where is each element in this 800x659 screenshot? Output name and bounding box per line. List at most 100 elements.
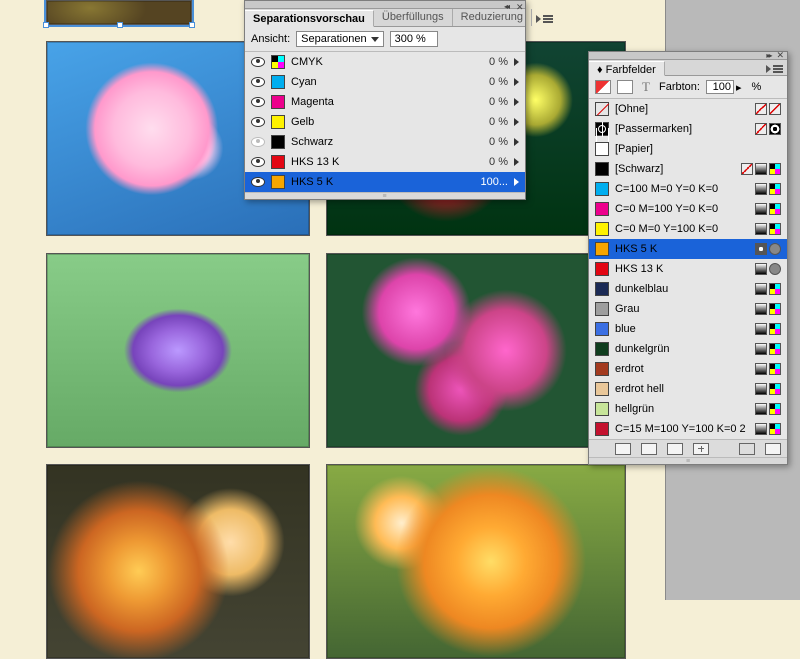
tab-flatten[interactable]: Reduzierung bbox=[453, 9, 532, 26]
placed-image[interactable] bbox=[326, 464, 626, 659]
swatch-row[interactable]: HKS 5 K bbox=[589, 239, 787, 259]
panel-tabs: ♦ Farbfelder bbox=[589, 60, 787, 76]
chevron-right-icon[interactable] bbox=[514, 78, 519, 86]
delete-swatch-button[interactable] bbox=[739, 443, 755, 455]
panel-titlebar[interactable]: ▸▸ ✕ bbox=[589, 52, 787, 60]
panel-menu-icon[interactable] bbox=[532, 9, 557, 26]
minimize-icon[interactable]: ◂◂ bbox=[504, 2, 510, 8]
swatches-panel[interactable]: ▸▸ ✕ ♦ Farbfelder T Farbton: ▸ % [Ohne][… bbox=[588, 51, 788, 465]
placed-image[interactable] bbox=[46, 0, 192, 25]
view-dropdown[interactable]: Separationen bbox=[296, 31, 383, 47]
swatch-row[interactable]: Grau bbox=[589, 299, 787, 319]
separation-row[interactable]: HKS 13 K0 % bbox=[245, 152, 525, 172]
panel-titlebar[interactable]: ◂◂ ✕ bbox=[245, 1, 525, 9]
ink-name: Cyan bbox=[291, 76, 466, 88]
swatch-row[interactable]: [Schwarz] bbox=[589, 159, 787, 179]
swatch-badge-icon bbox=[769, 223, 781, 235]
show-small-icon[interactable] bbox=[641, 443, 657, 455]
swatch-row[interactable]: hellgrün bbox=[589, 399, 787, 419]
panel-menu-icon[interactable] bbox=[762, 60, 787, 75]
separations-preview-panel[interactable]: ◂◂ ✕ Separationsvorschau Überfüllungs Re… bbox=[244, 0, 526, 200]
visibility-eye-icon[interactable] bbox=[251, 77, 265, 87]
tint-input[interactable] bbox=[706, 80, 734, 94]
swatch-row[interactable]: C=15 M=100 Y=100 K=0 2 bbox=[589, 419, 787, 439]
color-swatch-icon bbox=[595, 402, 609, 416]
swatch-badge-icon bbox=[755, 383, 767, 395]
visibility-eye-icon[interactable] bbox=[251, 57, 265, 67]
zoom-field[interactable]: 300 % bbox=[390, 31, 438, 47]
swatch-row[interactable]: erdrot bbox=[589, 359, 787, 379]
swatch-badge-icon bbox=[755, 423, 767, 435]
swatch-badge-icon bbox=[769, 323, 781, 335]
swatch-name: [Papier] bbox=[615, 143, 775, 155]
swatch-badge-icon bbox=[755, 343, 767, 355]
chevron-right-icon[interactable] bbox=[514, 158, 519, 166]
visibility-eye-icon[interactable] bbox=[251, 117, 265, 127]
fill-proxy-icon[interactable] bbox=[595, 80, 611, 94]
ink-percentage: 0 % bbox=[472, 76, 508, 88]
separation-row[interactable]: HKS 5 K100... bbox=[245, 172, 525, 192]
swatch-row[interactable]: C=100 M=0 Y=0 K=0 bbox=[589, 179, 787, 199]
separation-row[interactable]: Gelb0 % bbox=[245, 112, 525, 132]
collapse-icon[interactable]: ▸▸ bbox=[766, 51, 770, 60]
color-swatch-icon bbox=[595, 342, 609, 356]
new-swatch-button[interactable] bbox=[693, 443, 709, 455]
visibility-eye-icon[interactable] bbox=[251, 157, 265, 167]
ink-name: HKS 5 K bbox=[291, 176, 466, 188]
color-swatch-icon bbox=[595, 302, 609, 316]
swatch-row[interactable]: dunkelblau bbox=[589, 279, 787, 299]
color-swatch-icon bbox=[595, 322, 609, 336]
placed-image[interactable] bbox=[326, 253, 626, 448]
swatch-row[interactable]: dunkelgrün bbox=[589, 339, 787, 359]
swatch-badge-icon bbox=[755, 263, 767, 275]
swatch-name: C=0 M=0 Y=100 K=0 bbox=[615, 223, 749, 235]
chevron-right-icon[interactable] bbox=[514, 98, 519, 106]
text-proxy-icon[interactable]: T bbox=[639, 79, 653, 95]
chevron-right-icon[interactable] bbox=[514, 118, 519, 126]
ink-percentage: 0 % bbox=[472, 116, 508, 128]
color-swatch-icon bbox=[595, 142, 609, 156]
ink-swatch-icon bbox=[271, 155, 285, 169]
tint-stepper-icon[interactable]: ▸ bbox=[736, 81, 742, 94]
color-swatch-icon bbox=[595, 382, 609, 396]
swatch-name: [Schwarz] bbox=[615, 163, 735, 175]
swatch-badge-icon bbox=[769, 123, 781, 135]
separation-row[interactable]: Cyan 0 % bbox=[245, 72, 525, 92]
stroke-proxy-icon[interactable] bbox=[617, 80, 633, 94]
chevron-right-icon[interactable] bbox=[514, 58, 519, 66]
swatch-name: hellgrün bbox=[615, 403, 749, 415]
show-list-icon[interactable] bbox=[615, 443, 631, 455]
separation-row[interactable]: Schwarz0 % bbox=[245, 132, 525, 152]
tab-separations[interactable]: Separationsvorschau bbox=[245, 10, 374, 27]
swatch-row[interactable]: [Passermarken] bbox=[589, 119, 787, 139]
swatch-row[interactable]: C=0 M=100 Y=0 K=0 bbox=[589, 199, 787, 219]
swatch-list: [Ohne][Passermarken] [Papier] [Schwarz] C=1… bbox=[589, 99, 787, 439]
placed-image[interactable] bbox=[46, 464, 310, 659]
color-swatch-icon bbox=[595, 182, 609, 196]
ink-percentage: 0 % bbox=[472, 136, 508, 148]
swatch-menu-button[interactable] bbox=[765, 443, 781, 455]
swatch-row[interactable]: HKS 13 K bbox=[589, 259, 787, 279]
separation-row[interactable]: Magenta0 % bbox=[245, 92, 525, 112]
tab-swatches[interactable]: ♦ Farbfelder bbox=[589, 61, 665, 76]
visibility-eye-icon[interactable] bbox=[251, 97, 265, 107]
chevron-right-icon[interactable] bbox=[514, 178, 519, 186]
visibility-eye-icon[interactable] bbox=[251, 137, 265, 147]
placed-image[interactable] bbox=[46, 253, 310, 448]
swatch-row[interactable]: C=0 M=0 Y=100 K=0 bbox=[589, 219, 787, 239]
swatch-row[interactable]: [Ohne] bbox=[589, 99, 787, 119]
resize-grip[interactable]: ≡ bbox=[245, 192, 525, 199]
swatch-row[interactable]: blue bbox=[589, 319, 787, 339]
chevron-right-icon[interactable] bbox=[514, 138, 519, 146]
visibility-eye-icon[interactable] bbox=[251, 177, 265, 187]
resize-grip[interactable]: ≡ bbox=[589, 457, 787, 464]
swatch-badge-icon bbox=[755, 323, 767, 335]
close-icon[interactable]: ✕ bbox=[516, 2, 522, 8]
swatch-row[interactable]: erdrot hell bbox=[589, 379, 787, 399]
swatch-row[interactable]: [Papier] bbox=[589, 139, 787, 159]
tab-trap[interactable]: Überfüllungs bbox=[374, 9, 453, 26]
swatch-badge-icon bbox=[769, 383, 781, 395]
show-large-icon[interactable] bbox=[667, 443, 683, 455]
separation-row[interactable]: CMYK0 % bbox=[245, 52, 525, 72]
swatch-badge-icon bbox=[755, 363, 767, 375]
